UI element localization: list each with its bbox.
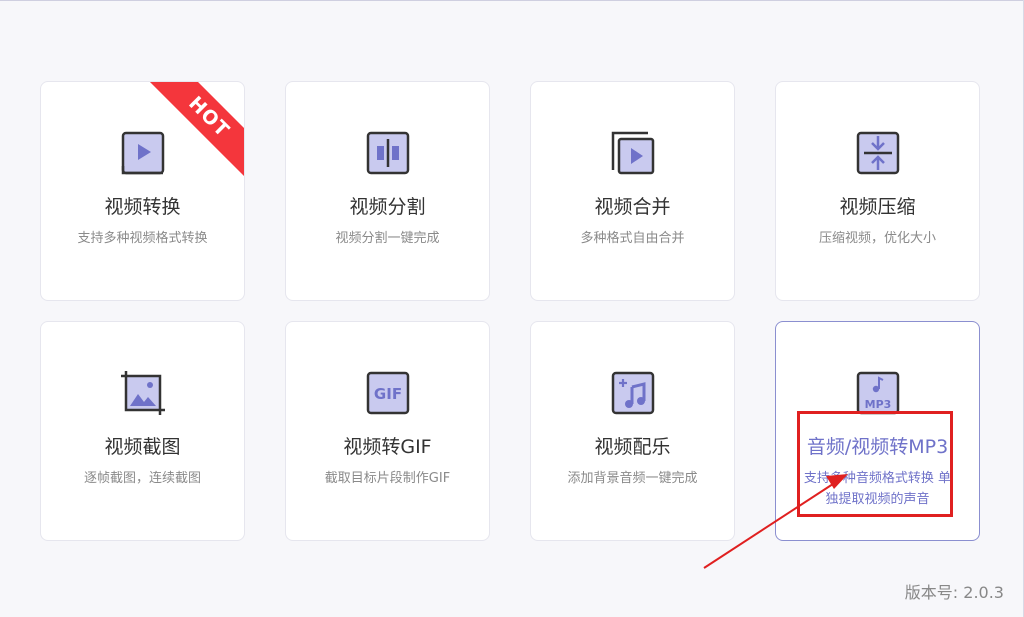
version-label: 版本号: 2.0.3 [904, 583, 1004, 602]
tool-description: 压缩视频，优化大小 [818, 231, 936, 246]
tool-title: 视频转换 [104, 196, 181, 218]
tool-description: 截取目标片段制作GIF [324, 471, 451, 486]
tool-card-video-merge[interactable]: 视频合并 多种格式自由合并 [530, 81, 735, 301]
tool-title: 视频合并 [594, 196, 671, 218]
tool-title: 音频/视频转MP3 [806, 436, 949, 458]
video-convert-icon [120, 130, 166, 176]
tool-description: 视频分割一键完成 [335, 231, 440, 246]
tool-card-video-split[interactable]: 视频分割 视频分割一键完成 [285, 81, 490, 301]
svg-text:GIF: GIF [373, 385, 401, 403]
tool-title: 视频配乐 [594, 436, 671, 458]
video-split-icon [365, 130, 411, 176]
svg-text:MP3: MP3 [864, 398, 891, 411]
tool-description: 多种格式自由合并 [580, 231, 685, 246]
tool-card-video-screenshot[interactable]: 视频截图 逐帧截图，连续截图 [40, 321, 245, 541]
tool-description: 支持多种音频格式转换 单独提取视频的声音 [803, 471, 952, 507]
tool-card-add-music[interactable]: 视频配乐 添加背景音频一键完成 [530, 321, 735, 541]
tool-title: 视频压缩 [839, 196, 916, 218]
tool-card-video-compress[interactable]: 视频压缩 压缩视频，优化大小 [775, 81, 980, 301]
video-compress-icon [855, 130, 901, 176]
tool-title: 视频分割 [349, 196, 426, 218]
tool-card-video-to-gif[interactable]: GIF 视频转GIF 截取目标片段制作GIF [285, 321, 490, 541]
tool-title: 视频截图 [104, 436, 181, 458]
tool-title: 视频转GIF [343, 436, 432, 458]
video-merge-icon [610, 130, 656, 176]
tool-description: 支持多种视频格式转换 [77, 231, 208, 246]
tool-card-video-convert[interactable]: HOT 视频转换 支持多种视频格式转换 [40, 81, 245, 301]
gif-icon: GIF [365, 370, 411, 416]
tool-grid: HOT 视频转换 支持多种视频格式转换 视频分割 视频分割一键完成 视频合并 多… [40, 81, 980, 541]
add-music-icon [610, 370, 656, 416]
mp3-icon: MP3 [855, 370, 901, 416]
tool-description: 逐帧截图，连续截图 [83, 471, 201, 486]
video-screenshot-icon [120, 370, 166, 416]
window-top-border [0, 0, 1024, 1]
tool-card-to-mp3[interactable]: MP3 音频/视频转MP3 支持多种音频格式转换 单独提取视频的声音 [775, 321, 980, 541]
tool-description: 添加背景音频一键完成 [567, 471, 698, 486]
